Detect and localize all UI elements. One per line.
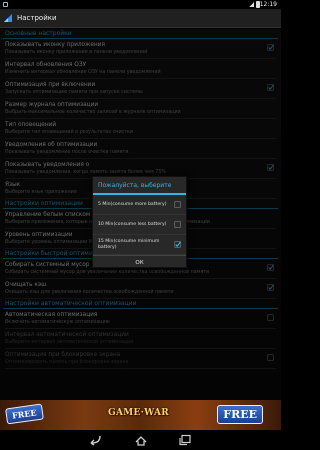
dialog-option[interactable]: 5 Min(consume more battery) — [93, 195, 186, 215]
dialog-option-label: 5 Min(consume more battery) — [98, 202, 167, 207]
option-checkbox[interactable] — [174, 241, 181, 248]
ad-free-button[interactable]: FREE — [217, 405, 263, 424]
dialog-option-label: 10 Min(consume less battery) — [98, 222, 167, 227]
page-title: Настройки — [17, 14, 57, 22]
recent-apps-icon[interactable] — [178, 434, 192, 446]
dialog-title: Пожалуйста, выберите — [93, 177, 186, 195]
dialog-option[interactable]: 15 Min(consume minimum battery) — [93, 235, 186, 255]
dialog-option-label: 15 Min(consume minimum battery) — [98, 239, 160, 250]
dialog-option[interactable]: 10 Min(consume less battery) — [93, 215, 186, 235]
ad-banner[interactable]: FREE GAME·WAR FREE — [0, 400, 281, 430]
choice-dialog: Пожалуйста, выберите 5 Min(consume more … — [92, 176, 187, 268]
option-checkbox[interactable] — [174, 201, 181, 208]
app-logo-icon[interactable] — [3, 13, 13, 23]
signal-icon — [249, 2, 254, 7]
ok-button[interactable]: ОК — [93, 255, 186, 270]
clock: 12:19 — [259, 1, 277, 8]
notification-icon — [3, 2, 8, 7]
status-bar: 12:19 — [0, 0, 281, 9]
navigation-bar — [0, 430, 281, 450]
ad-free-badge: FREE — [5, 403, 44, 425]
option-checkbox[interactable] — [174, 221, 181, 228]
back-icon[interactable] — [88, 434, 102, 446]
ad-game-title: GAME·WAR — [108, 408, 170, 418]
home-icon[interactable] — [134, 434, 148, 446]
action-bar: Настройки — [0, 9, 281, 28]
